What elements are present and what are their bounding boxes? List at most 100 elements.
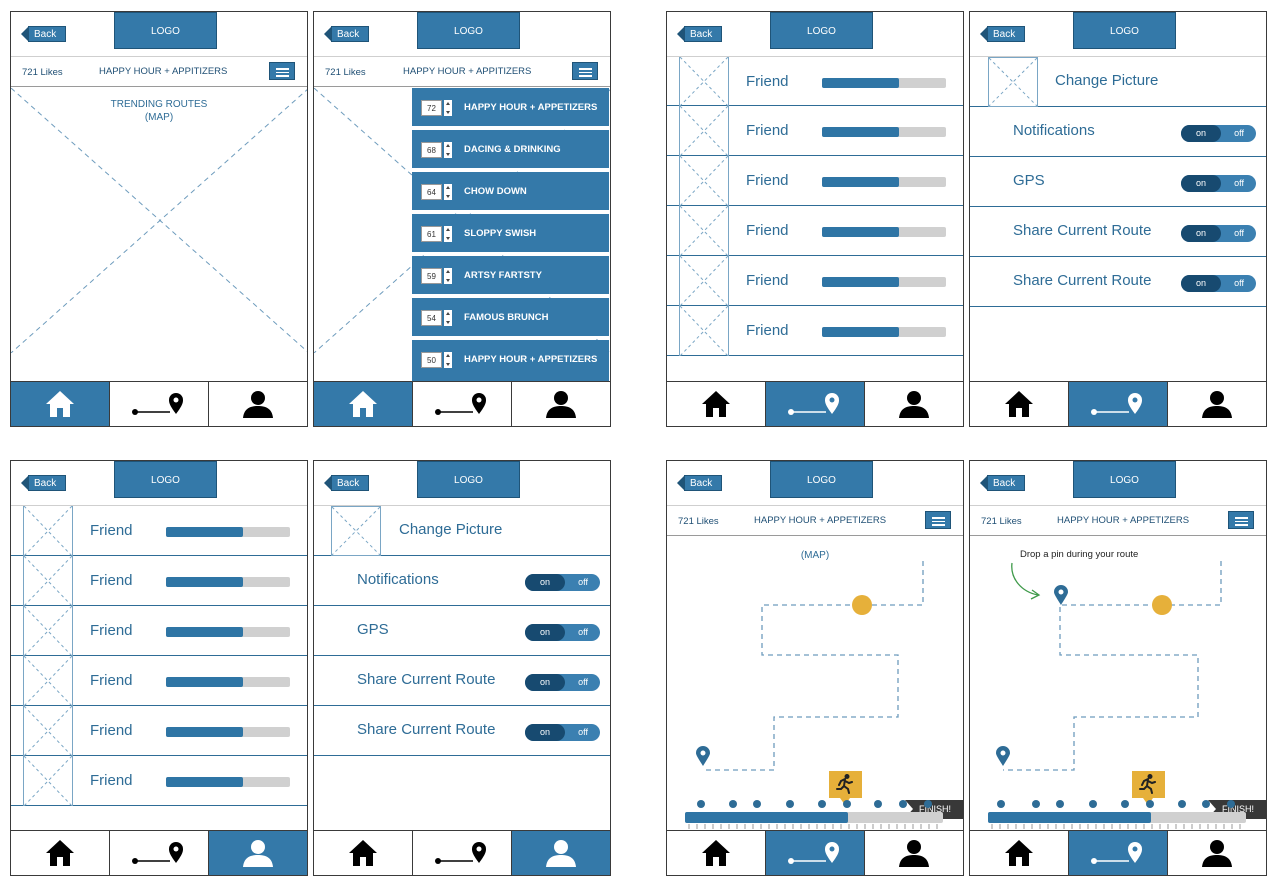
profile-picture[interactable]: [988, 57, 1038, 107]
back-button[interactable]: Back: [677, 475, 722, 491]
toggle-on[interactable]: on: [525, 624, 565, 641]
change-picture-row[interactable]: Change Picture: [314, 506, 610, 556]
friend-row[interactable]: Friend: [11, 505, 307, 557]
start-pin-icon[interactable]: [996, 746, 1010, 766]
friend-row[interactable]: Friend: [11, 555, 307, 607]
category-item[interactable]: 68 DACING & DRINKING: [412, 130, 609, 170]
notifications-toggle[interactable]: on off: [1181, 125, 1256, 142]
stepper-icon[interactable]: [444, 310, 452, 326]
nav-home[interactable]: [667, 382, 765, 426]
nav-route[interactable]: [1068, 382, 1167, 426]
friend-row[interactable]: Friend: [667, 155, 963, 207]
profile-picture[interactable]: [331, 506, 381, 556]
back-button[interactable]: Back: [21, 475, 66, 491]
toggle-on[interactable]: on: [525, 574, 565, 591]
nav-profile[interactable]: [208, 831, 307, 875]
toggle-off[interactable]: off: [578, 624, 588, 641]
menu-button[interactable]: [925, 511, 951, 529]
category-count[interactable]: 68: [421, 142, 442, 158]
notifications-toggle[interactable]: on off: [525, 574, 600, 591]
category-item[interactable]: 64 CHOW DOWN: [412, 172, 609, 212]
stepper-icon[interactable]: [444, 100, 452, 116]
toggle-on[interactable]: on: [1181, 225, 1221, 242]
category-count[interactable]: 61: [421, 226, 442, 242]
nav-home[interactable]: [970, 831, 1068, 875]
back-button[interactable]: Back: [21, 26, 66, 42]
change-picture-row[interactable]: Change Picture: [970, 57, 1266, 107]
category-count[interactable]: 50: [421, 352, 442, 368]
nav-profile[interactable]: [1167, 382, 1266, 426]
back-button[interactable]: Back: [324, 26, 369, 42]
menu-button[interactable]: [269, 62, 295, 80]
back-button[interactable]: Back: [980, 475, 1025, 491]
category-count[interactable]: 64: [421, 184, 442, 200]
category-item[interactable]: 50 HAPPY HOUR + APPETIZERS: [412, 340, 609, 382]
nav-route[interactable]: [1068, 831, 1167, 875]
toggle-off[interactable]: off: [1234, 225, 1244, 242]
gps-toggle[interactable]: on off: [1181, 175, 1256, 192]
nav-route[interactable]: [412, 831, 511, 875]
nav-route[interactable]: [765, 382, 864, 426]
toggle-off[interactable]: off: [578, 574, 588, 591]
route-map[interactable]: (MAP) FINISH!: [667, 537, 963, 832]
back-button[interactable]: Back: [677, 26, 722, 42]
toggle-on[interactable]: on: [1181, 125, 1221, 142]
friend-row[interactable]: Friend: [667, 105, 963, 157]
friend-row[interactable]: Friend: [11, 705, 307, 757]
nav-route[interactable]: [109, 831, 208, 875]
nav-home[interactable]: [314, 382, 412, 426]
friend-row[interactable]: Friend: [667, 255, 963, 307]
toggle-off[interactable]: off: [578, 674, 588, 691]
nav-route[interactable]: [765, 831, 864, 875]
nav-home[interactable]: [11, 382, 109, 426]
stepper-icon[interactable]: [444, 268, 452, 284]
category-count[interactable]: 54: [421, 310, 442, 326]
friend-row[interactable]: Friend: [667, 205, 963, 257]
toggle-off[interactable]: off: [1234, 125, 1244, 142]
nav-route[interactable]: [109, 382, 208, 426]
category-item[interactable]: 54 FAMOUS BRUNCH: [412, 298, 609, 338]
category-count[interactable]: 59: [421, 268, 442, 284]
toggle-on[interactable]: on: [525, 724, 565, 741]
share-route-toggle-2[interactable]: on off: [1181, 275, 1256, 292]
menu-button[interactable]: [1228, 511, 1254, 529]
nav-profile[interactable]: [864, 382, 963, 426]
back-button[interactable]: Back: [324, 475, 369, 491]
nav-profile[interactable]: [511, 382, 610, 426]
share-route-toggle-2[interactable]: on off: [525, 724, 600, 741]
friend-row[interactable]: Friend: [11, 755, 307, 807]
nav-home[interactable]: [970, 382, 1068, 426]
toggle-on[interactable]: on: [1181, 175, 1221, 192]
menu-button[interactable]: [572, 62, 598, 80]
nav-home[interactable]: [314, 831, 412, 875]
stepper-icon[interactable]: [444, 184, 452, 200]
back-button[interactable]: Back: [980, 26, 1025, 42]
stepper-icon[interactable]: [444, 352, 452, 368]
toggle-off[interactable]: off: [578, 724, 588, 741]
category-count[interactable]: 72: [421, 100, 442, 116]
share-route-toggle[interactable]: on off: [525, 674, 600, 691]
toggle-on[interactable]: on: [525, 674, 565, 691]
route-map[interactable]: Drop a pin during your route FINISH!: [970, 537, 1266, 832]
nav-profile[interactable]: [1167, 831, 1266, 875]
category-item[interactable]: 61 SLOPPY SWISH: [412, 214, 609, 254]
friend-row[interactable]: Friend: [667, 56, 963, 107]
toggle-on[interactable]: on: [1181, 275, 1221, 292]
category-item[interactable]: 59 ARTSY FARTSTY: [412, 256, 609, 296]
friend-row[interactable]: Friend: [11, 605, 307, 657]
nav-profile[interactable]: [511, 831, 610, 875]
gps-toggle[interactable]: on off: [525, 624, 600, 641]
category-item[interactable]: 72 HAPPY HOUR + APPETIZERS: [412, 88, 609, 128]
share-route-toggle[interactable]: on off: [1181, 225, 1256, 242]
toggle-off[interactable]: off: [1234, 275, 1244, 292]
start-pin-icon[interactable]: [696, 746, 710, 766]
dropped-pin-icon[interactable]: [1054, 585, 1068, 605]
nav-route[interactable]: [412, 382, 511, 426]
stepper-icon[interactable]: [444, 142, 452, 158]
toggle-off[interactable]: off: [1234, 175, 1244, 192]
friend-row[interactable]: Friend: [667, 305, 963, 357]
stepper-icon[interactable]: [444, 226, 452, 242]
nav-home[interactable]: [667, 831, 765, 875]
nav-profile[interactable]: [864, 831, 963, 875]
nav-home[interactable]: [11, 831, 109, 875]
